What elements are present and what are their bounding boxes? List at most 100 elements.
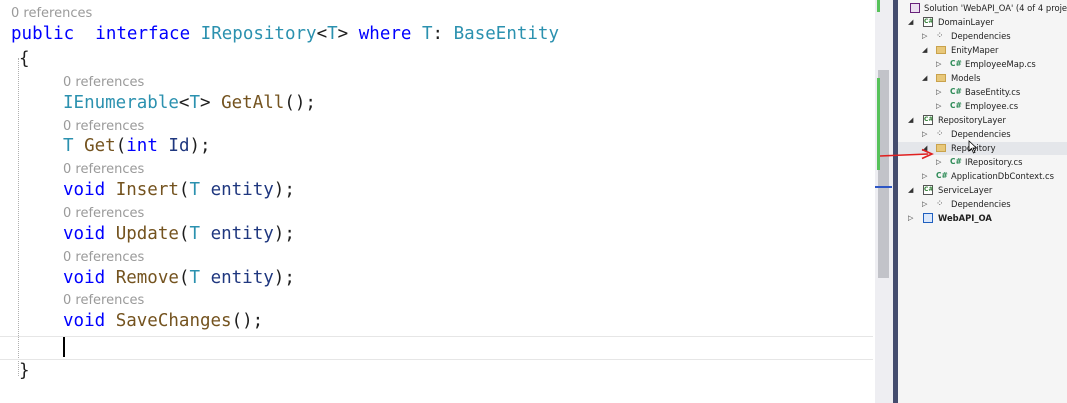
- codelens-references-update[interactable]: 0 references: [63, 206, 144, 221]
- tree-item-label: EnityMaper: [951, 45, 999, 55]
- collapse-arrow-icon[interactable]: ◢: [922, 73, 927, 84]
- tree-item-label: RepositoryLayer: [938, 115, 1006, 125]
- colon-token: :: [432, 24, 444, 44]
- tree-item-label: WebAPI_OA: [938, 213, 992, 223]
- tree-item-label: ApplicationDbContext.cs: [951, 171, 1054, 181]
- call-parens: ();: [284, 93, 316, 113]
- keyword-void: void: [63, 180, 106, 200]
- close-paren: );: [189, 136, 211, 156]
- collapse-arrow-icon[interactable]: ◢: [908, 115, 913, 126]
- close-paren: );: [273, 180, 295, 200]
- csharp-file-icon: C#: [950, 87, 962, 96]
- tree-item-applicationdbcontext-cs[interactable]: ▷ C# ApplicationDbContext.cs: [898, 170, 1067, 183]
- tree-item-label: Dependencies: [951, 31, 1011, 41]
- csharp-file-icon: C#: [950, 59, 962, 68]
- tree-item-webapi-oa[interactable]: ▷ WebAPI_OA: [898, 212, 1067, 225]
- call-parens: ();: [231, 311, 264, 331]
- caret-position-marker: [875, 186, 892, 188]
- tree-item-dependencies[interactable]: ▷ ⁘ Dependencies: [898, 30, 1067, 43]
- codelens-references-remove[interactable]: 0 references: [63, 250, 144, 265]
- collapse-arrow-icon[interactable]: ◢: [922, 45, 927, 56]
- expand-arrow-icon[interactable]: ▷: [936, 157, 941, 168]
- tree-item-dependencies[interactable]: ▷ ⁘ Dependencies: [898, 128, 1067, 141]
- collapse-arrow-icon[interactable]: ◢: [908, 185, 913, 196]
- keyword-void: void: [63, 268, 106, 288]
- codelens-references-insert[interactable]: 0 references: [63, 162, 144, 177]
- keyword-void: void: [63, 311, 106, 331]
- method-remove: Remove: [115, 268, 179, 288]
- indent-guide: [18, 58, 19, 376]
- tree-item-label: Dependencies: [951, 199, 1011, 209]
- tree-item-label: DomainLayer: [938, 17, 994, 27]
- tree-item-employeemap-cs[interactable]: ▷ C# EmployeeMap.cs: [898, 58, 1067, 71]
- expand-arrow-icon[interactable]: ▷: [936, 87, 941, 98]
- tree-item-dependencies[interactable]: ▷ ⁘ Dependencies: [898, 198, 1067, 211]
- return-type-parameter: T: [63, 136, 74, 156]
- collapse-arrow-icon[interactable]: ◢: [908, 17, 913, 28]
- codelens-references-interface[interactable]: 0 references: [11, 6, 92, 21]
- code-line-remove: void Remove(T entity);: [63, 268, 295, 288]
- tree-item-label: Dependencies: [951, 129, 1011, 139]
- method-getall: GetAll: [221, 93, 285, 113]
- tree-item-label: Employee.cs: [965, 101, 1019, 111]
- expand-arrow-icon[interactable]: ▷: [922, 199, 927, 210]
- parameter-entity: entity: [210, 180, 274, 200]
- lt-token: <: [178, 93, 190, 113]
- close-paren: );: [273, 268, 295, 288]
- keyword-int: int: [126, 136, 158, 156]
- expand-arrow-icon[interactable]: ▷: [922, 171, 927, 182]
- folder-icon: [936, 74, 946, 82]
- codelens-references-getall[interactable]: 0 references: [63, 75, 144, 90]
- csharp-file-icon: C#: [950, 101, 962, 110]
- solution-root[interactable]: Solution 'WebAPI_OA' (4 of 4 projects): [898, 2, 1067, 15]
- parameter-type: T: [189, 180, 201, 200]
- dependencies-icon: ⁘: [936, 199, 944, 209]
- type-ienumerable: IEnumerable: [63, 93, 179, 113]
- interface-name: IRepository: [200, 24, 317, 44]
- expand-arrow-icon[interactable]: ▷: [908, 213, 913, 224]
- constraint-type-parameter: T: [422, 24, 433, 44]
- keyword-interface: interface: [95, 24, 191, 44]
- open-paren: (: [115, 136, 127, 156]
- codelens-references-savechanges[interactable]: 0 references: [63, 293, 144, 308]
- open-paren: (: [178, 180, 190, 200]
- method-insert: Insert: [115, 180, 179, 200]
- folder-icon: [936, 46, 946, 54]
- tree-item-label: BaseEntity.cs: [965, 87, 1021, 97]
- tree-item-employee-cs[interactable]: ▷ C# Employee.cs: [898, 100, 1067, 113]
- expand-arrow-icon[interactable]: ▷: [922, 129, 927, 140]
- code-line-get: T Get(int Id);: [63, 136, 211, 156]
- current-line-highlight: [0, 336, 873, 360]
- method-savechanges: SaveChanges: [115, 311, 232, 331]
- code-line-insert: void Insert(T entity);: [63, 180, 295, 200]
- close-brace: }: [19, 361, 30, 381]
- tree-item-servicelayer[interactable]: ◢ C# ServiceLayer: [898, 184, 1067, 197]
- parameter-id: Id: [168, 136, 190, 156]
- open-brace: {: [19, 49, 30, 69]
- code-line-getall: IEnumerable<T> GetAll();: [63, 93, 316, 113]
- solution-icon: [910, 3, 920, 13]
- solution-explorer: Solution 'WebAPI_OA' (4 of 4 projects) ◢…: [898, 0, 1067, 403]
- dependencies-icon: ⁘: [936, 31, 944, 41]
- expand-arrow-icon[interactable]: ▷: [936, 101, 941, 112]
- text-caret: [63, 337, 65, 357]
- lt-token: <: [316, 24, 328, 44]
- codelens-references-get[interactable]: 0 references: [63, 119, 144, 134]
- close-paren: );: [273, 224, 295, 244]
- keyword-public: public: [11, 24, 75, 44]
- gt-token: >: [200, 93, 211, 113]
- code-editor[interactable]: 0 references public interface IRepositor…: [0, 0, 875, 403]
- tree-item-enitymaper-folder[interactable]: ◢ EnityMaper: [898, 44, 1067, 57]
- code-line-update: void Update(T entity);: [63, 224, 295, 244]
- tree-item-domainlayer[interactable]: ◢ C# DomainLayer: [898, 16, 1067, 29]
- csharp-project-icon: C#: [923, 115, 934, 125]
- base-type-name: BaseEntity: [453, 24, 559, 44]
- expand-arrow-icon[interactable]: ▷: [936, 59, 941, 70]
- expand-arrow-icon[interactable]: ▷: [922, 31, 927, 42]
- tree-item-repositorylayer[interactable]: ◢ C# RepositoryLayer: [898, 114, 1067, 127]
- tree-item-baseentity-cs[interactable]: ▷ C# BaseEntity.cs: [898, 86, 1067, 99]
- parameter-entity: entity: [210, 224, 274, 244]
- open-paren: (: [178, 268, 190, 288]
- editor-vertical-scrollbar[interactable]: [875, 0, 893, 403]
- tree-item-models-folder[interactable]: ◢ Models: [898, 72, 1067, 85]
